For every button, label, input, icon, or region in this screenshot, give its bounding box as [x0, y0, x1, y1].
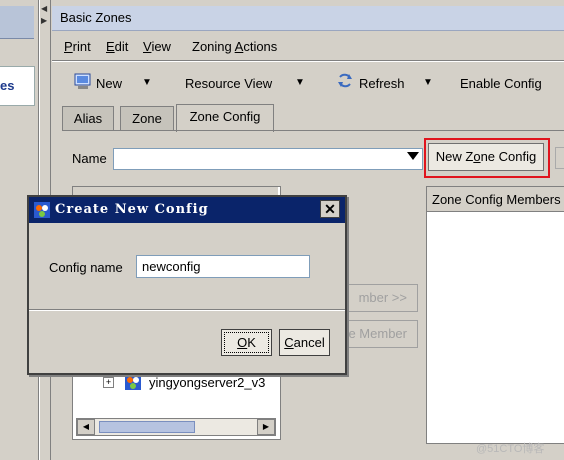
menu-zoning-actions-mnemonic: A: [234, 39, 244, 54]
scroll-right-icon[interactable]: ▶: [257, 419, 275, 435]
name-combo[interactable]: [113, 148, 423, 170]
left-tree-item-label: es: [0, 78, 15, 93]
menu-bar: Print Edit View Zoning Actions: [52, 33, 564, 59]
new-zone-config-mnemonic: o: [473, 149, 481, 164]
menu-print[interactable]: Print: [64, 39, 91, 54]
refresh-icon: [338, 73, 352, 88]
cancel-button[interactable]: Cancel: [279, 329, 330, 356]
zone-config-members-title: Zone Config Members: [432, 192, 561, 207]
tab-alias[interactable]: Alias: [62, 106, 114, 131]
collapse-left-icon[interactable]: ◀: [41, 4, 47, 13]
cancel-mnemonic: C: [284, 335, 294, 350]
watermark: @51CTO博客: [476, 443, 545, 455]
menu-print-mnemonic: P: [64, 39, 73, 54]
toolbar: New ▼ Resource View ▼ Refresh ▼ Enable C…: [52, 62, 564, 102]
config-name-input[interactable]: newconfig: [136, 255, 310, 278]
resource-view-button[interactable]: Resource View: [185, 76, 272, 91]
dialog-title-bar[interactable]: Create New Config: [29, 197, 345, 223]
tab-divider: [62, 130, 564, 131]
chevron-down-icon[interactable]: [407, 152, 419, 160]
menu-view-mnemonic: V: [143, 39, 152, 54]
refresh-button[interactable]: Refresh: [359, 76, 405, 91]
tab-zone-config[interactable]: Zone Config: [176, 104, 274, 132]
ok-mnemonic: O: [237, 335, 248, 350]
refresh-dropdown-arrow[interactable]: ▼: [423, 77, 433, 88]
dialog-separator: [29, 309, 345, 311]
horizontal-scrollbar[interactable]: ◀ ▶: [76, 418, 276, 436]
next-button-partial[interactable]: [555, 147, 564, 169]
menu-zoning-actions[interactable]: Zoning Actions: [192, 39, 277, 54]
close-icon[interactable]: ✕: [320, 200, 340, 218]
resource-view-dropdown-arrow[interactable]: ▼: [295, 77, 305, 88]
menu-edit[interactable]: Edit: [106, 39, 128, 54]
expand-right-icon[interactable]: ▶: [41, 16, 47, 25]
tab-zone[interactable]: Zone: [120, 106, 174, 131]
ok-button[interactable]: OK: [221, 329, 272, 356]
window-title-bar: Basic Zones: [52, 6, 564, 31]
expand-icon[interactable]: +: [103, 377, 114, 388]
window-title: Basic Zones: [60, 10, 132, 25]
tree-node-label[interactable]: yingyongserver2_v3: [149, 375, 265, 390]
scroll-left-icon[interactable]: ◀: [77, 419, 95, 435]
server-icon: [125, 374, 141, 390]
left-panel-header: [0, 6, 34, 39]
enable-config-button[interactable]: Enable Config: [460, 76, 542, 91]
new-button[interactable]: New: [96, 76, 122, 91]
zone-config-members-header: Zone Config Members: [427, 187, 564, 212]
new-zone-config-button[interactable]: New Zone Config: [428, 143, 544, 171]
app-icon: [34, 202, 50, 218]
menu-view[interactable]: View: [143, 39, 171, 54]
left-tree-item-zones[interactable]: es: [0, 66, 35, 106]
config-name-label: Config name: [49, 260, 123, 275]
name-label: Name: [72, 151, 107, 166]
dialog-title: Create New Config: [55, 202, 209, 217]
zone-config-members-panel: [426, 186, 564, 444]
scroll-thumb[interactable]: [99, 421, 195, 433]
menu-edit-mnemonic: E: [106, 39, 115, 54]
new-dropdown-arrow[interactable]: ▼: [142, 77, 152, 88]
new-icon: [74, 73, 91, 89]
